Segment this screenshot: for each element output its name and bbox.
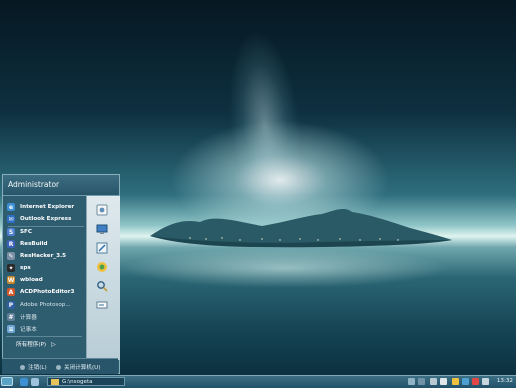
taskbar: G:\nsogeta 13:32 [0,375,516,388]
tray-alert-icon[interactable] [472,378,479,385]
program-resbuild[interactable]: R ResBuild [4,238,88,250]
quicklaunch-desktop-icon[interactable] [31,378,39,386]
user-name: Administrator [8,180,60,189]
program-internet-explorer[interactable]: e Internet Explorer [4,201,88,213]
my-computer-icon[interactable] [96,223,108,235]
tray-network-icon[interactable] [418,378,425,385]
tray-keyboard-icon[interactable] [430,378,437,385]
system-tray: 13:32 [406,376,516,388]
calculator-icon: # [7,313,15,321]
my-documents-icon[interactable] [96,204,108,216]
program-adobe-photoshop[interactable]: P Adobe Photosop... [4,299,88,311]
control-panel-icon[interactable] [96,242,108,254]
tray-app-icon[interactable] [482,378,489,385]
tray-shield-icon[interactable] [452,378,459,385]
notepad-icon: ≡ [7,325,15,333]
shutdown-icon [56,364,61,370]
program-outlook-express[interactable]: ✉ Outlook Express [4,213,88,225]
all-programs-button[interactable]: 所有程序(P) ▷ [16,340,56,349]
wbload-icon: W [7,276,15,284]
program-wbload[interactable]: W wbload [4,274,88,286]
arrow-right-icon: ▷ [51,340,56,348]
start-menu-header: Administrator [3,175,119,196]
search-icon[interactable] [96,280,108,292]
start-menu-footer: 注销(L) 关闭计算机(U) [2,358,118,374]
taskbar-window-button[interactable]: G:\nsogeta [47,377,125,386]
tray-volume-icon[interactable] [440,378,447,385]
sps-icon: ✦ [7,264,15,272]
outlook-express-icon: ✉ [7,215,15,223]
start-button[interactable] [1,377,13,386]
program-sfc[interactable]: S SFC [4,226,88,238]
program-notepad[interactable]: ≡ 记事本 [4,323,88,335]
reshacker-icon: ✎ [7,252,15,260]
quicklaunch-ie-icon[interactable] [20,378,28,386]
program-calculator[interactable]: # 计算器 [4,311,88,323]
internet-explorer-icon: e [7,203,15,211]
resbuild-icon: R [7,240,15,248]
start-menu-right-column [86,196,120,360]
tray-expand-icon[interactable] [408,378,415,385]
program-reshacker[interactable]: ✎ ResHacker_3.5 [4,250,88,262]
program-sps[interactable]: ✦ sps [4,262,88,274]
program-list: e Internet Explorer ✉ Outlook Express S … [4,198,88,350]
tray-status-icon[interactable] [462,378,469,385]
network-icon[interactable] [96,261,108,273]
taskbar-clock[interactable]: 13:32 [497,378,513,384]
logoff-button[interactable]: 注销(L) [20,363,47,371]
adobe-photoshop-icon: P [7,301,15,309]
shutdown-button[interactable]: 关闭计算机(U) [56,363,100,371]
run-icon[interactable] [96,299,108,311]
logoff-icon [20,364,25,370]
sfc-icon: S [7,228,15,236]
separator [6,336,82,337]
acdphotoeditor-icon: A [7,288,15,296]
folder-icon [51,378,59,385]
program-acdphotoeditor[interactable]: A ACDPhotoEditor3 [4,286,88,298]
